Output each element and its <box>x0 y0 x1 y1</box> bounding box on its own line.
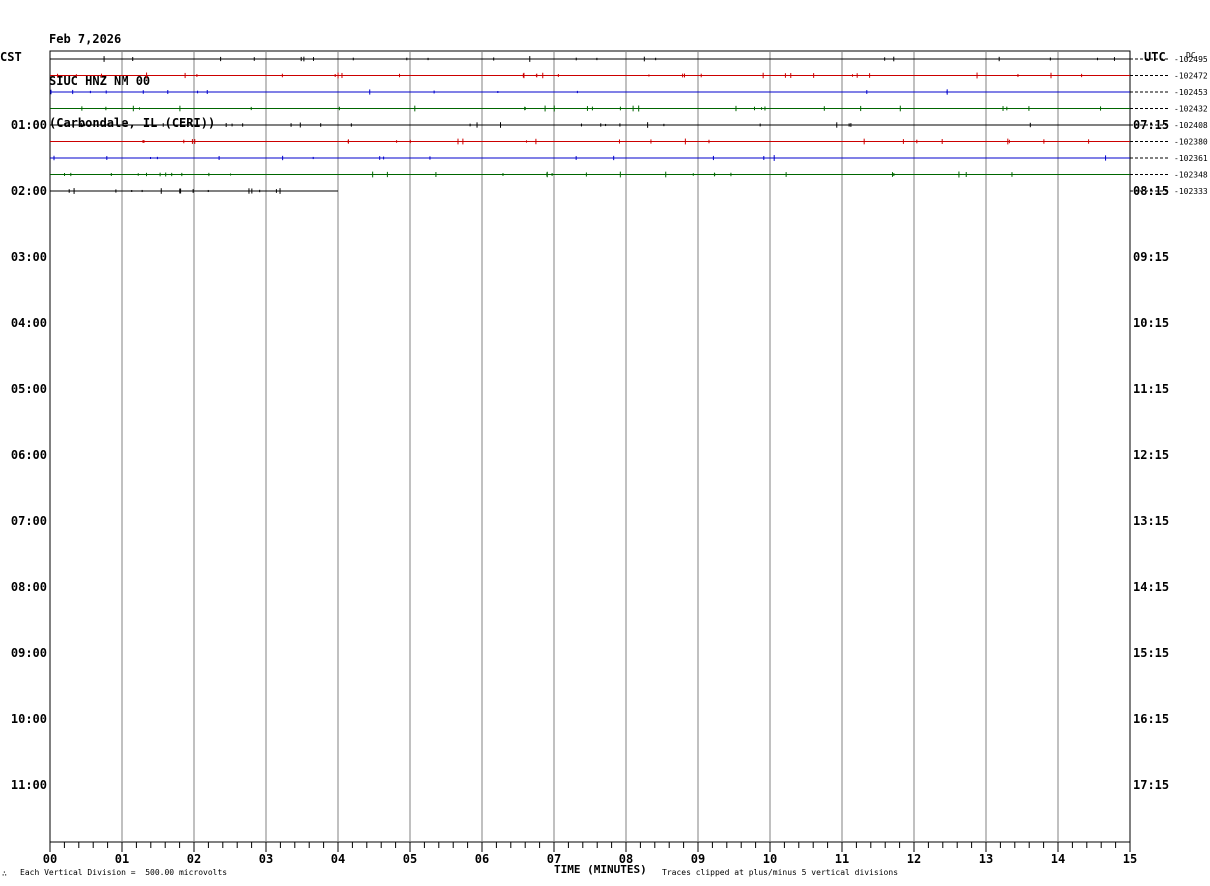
right-hour-label: 17:15 <box>1133 778 1169 792</box>
left-hour-label: 08:00 <box>11 580 47 594</box>
x-tick-label: 04 <box>331 852 345 866</box>
dc-value-label: -102453 <box>1174 88 1208 97</box>
right-hour-label: 16:15 <box>1133 712 1169 726</box>
right-hour-label: 13:15 <box>1133 514 1169 528</box>
right-hour-label: 15:15 <box>1133 646 1169 660</box>
clip-note: Traces clipped at plus/minus 5 vertical … <box>662 868 899 877</box>
x-tick-label: 05 <box>403 852 417 866</box>
x-tick-label: 00 <box>43 852 57 866</box>
x-tick-label: 14 <box>1051 852 1065 866</box>
dc-value-label: -102408 <box>1174 121 1208 130</box>
x-tick-label: 03 <box>259 852 273 866</box>
dc-value-label: -102495 <box>1174 55 1208 64</box>
left-hour-label: 02:00 <box>11 184 47 198</box>
dc-value-label: -102432 <box>1174 105 1208 114</box>
right-hour-label: 10:15 <box>1133 316 1169 330</box>
left-hour-label: 05:00 <box>11 382 47 396</box>
left-hour-label: 01:00 <box>11 118 47 132</box>
x-tick-label: 12 <box>907 852 921 866</box>
right-hour-label: 12:15 <box>1133 448 1169 462</box>
dc-value-label: -102472 <box>1174 72 1208 81</box>
x-tick-label: 02 <box>187 852 201 866</box>
dc-value-label: -102380 <box>1174 138 1208 147</box>
dc-value-label: -102361 <box>1174 154 1208 163</box>
scale-note: Each Vertical Division = 500.00 microvol… <box>20 868 228 877</box>
left-hour-label: 10:00 <box>11 712 47 726</box>
left-hour-label: 06:00 <box>11 448 47 462</box>
left-hour-label: 07:00 <box>11 514 47 528</box>
x-tick-label: 01 <box>115 852 129 866</box>
left-hour-label: 03:00 <box>11 250 47 264</box>
plot-frame <box>49 50 1131 843</box>
left-hour-label: 11:00 <box>11 778 47 792</box>
x-tick-label: 11 <box>835 852 849 866</box>
right-hour-label: 14:15 <box>1133 580 1169 594</box>
corner-mark: ∴ <box>2 869 7 878</box>
x-tick-label: 06 <box>475 852 489 866</box>
x-tick-label: 09 <box>691 852 705 866</box>
right-hour-label: 11:15 <box>1133 382 1169 396</box>
helicorder-plot: 00 01 02 03 04 05 06 07 08 09 10 11 12 13 14 1501:0002:… <box>11 50 1208 866</box>
dc-value-label: -102333 <box>1174 187 1208 196</box>
left-hour-label: 09:00 <box>11 646 47 660</box>
x-tick-label: 13 <box>979 852 993 866</box>
left-hour-label: 04:00 <box>11 316 47 330</box>
x-tick-label: 10 <box>763 852 777 866</box>
x-tick-label: 15 <box>1123 852 1137 866</box>
dc-value-label: -102348 <box>1174 171 1208 180</box>
right-hour-label: 09:15 <box>1133 250 1169 264</box>
x-axis-title: TIME (MINUTES) <box>554 863 647 876</box>
